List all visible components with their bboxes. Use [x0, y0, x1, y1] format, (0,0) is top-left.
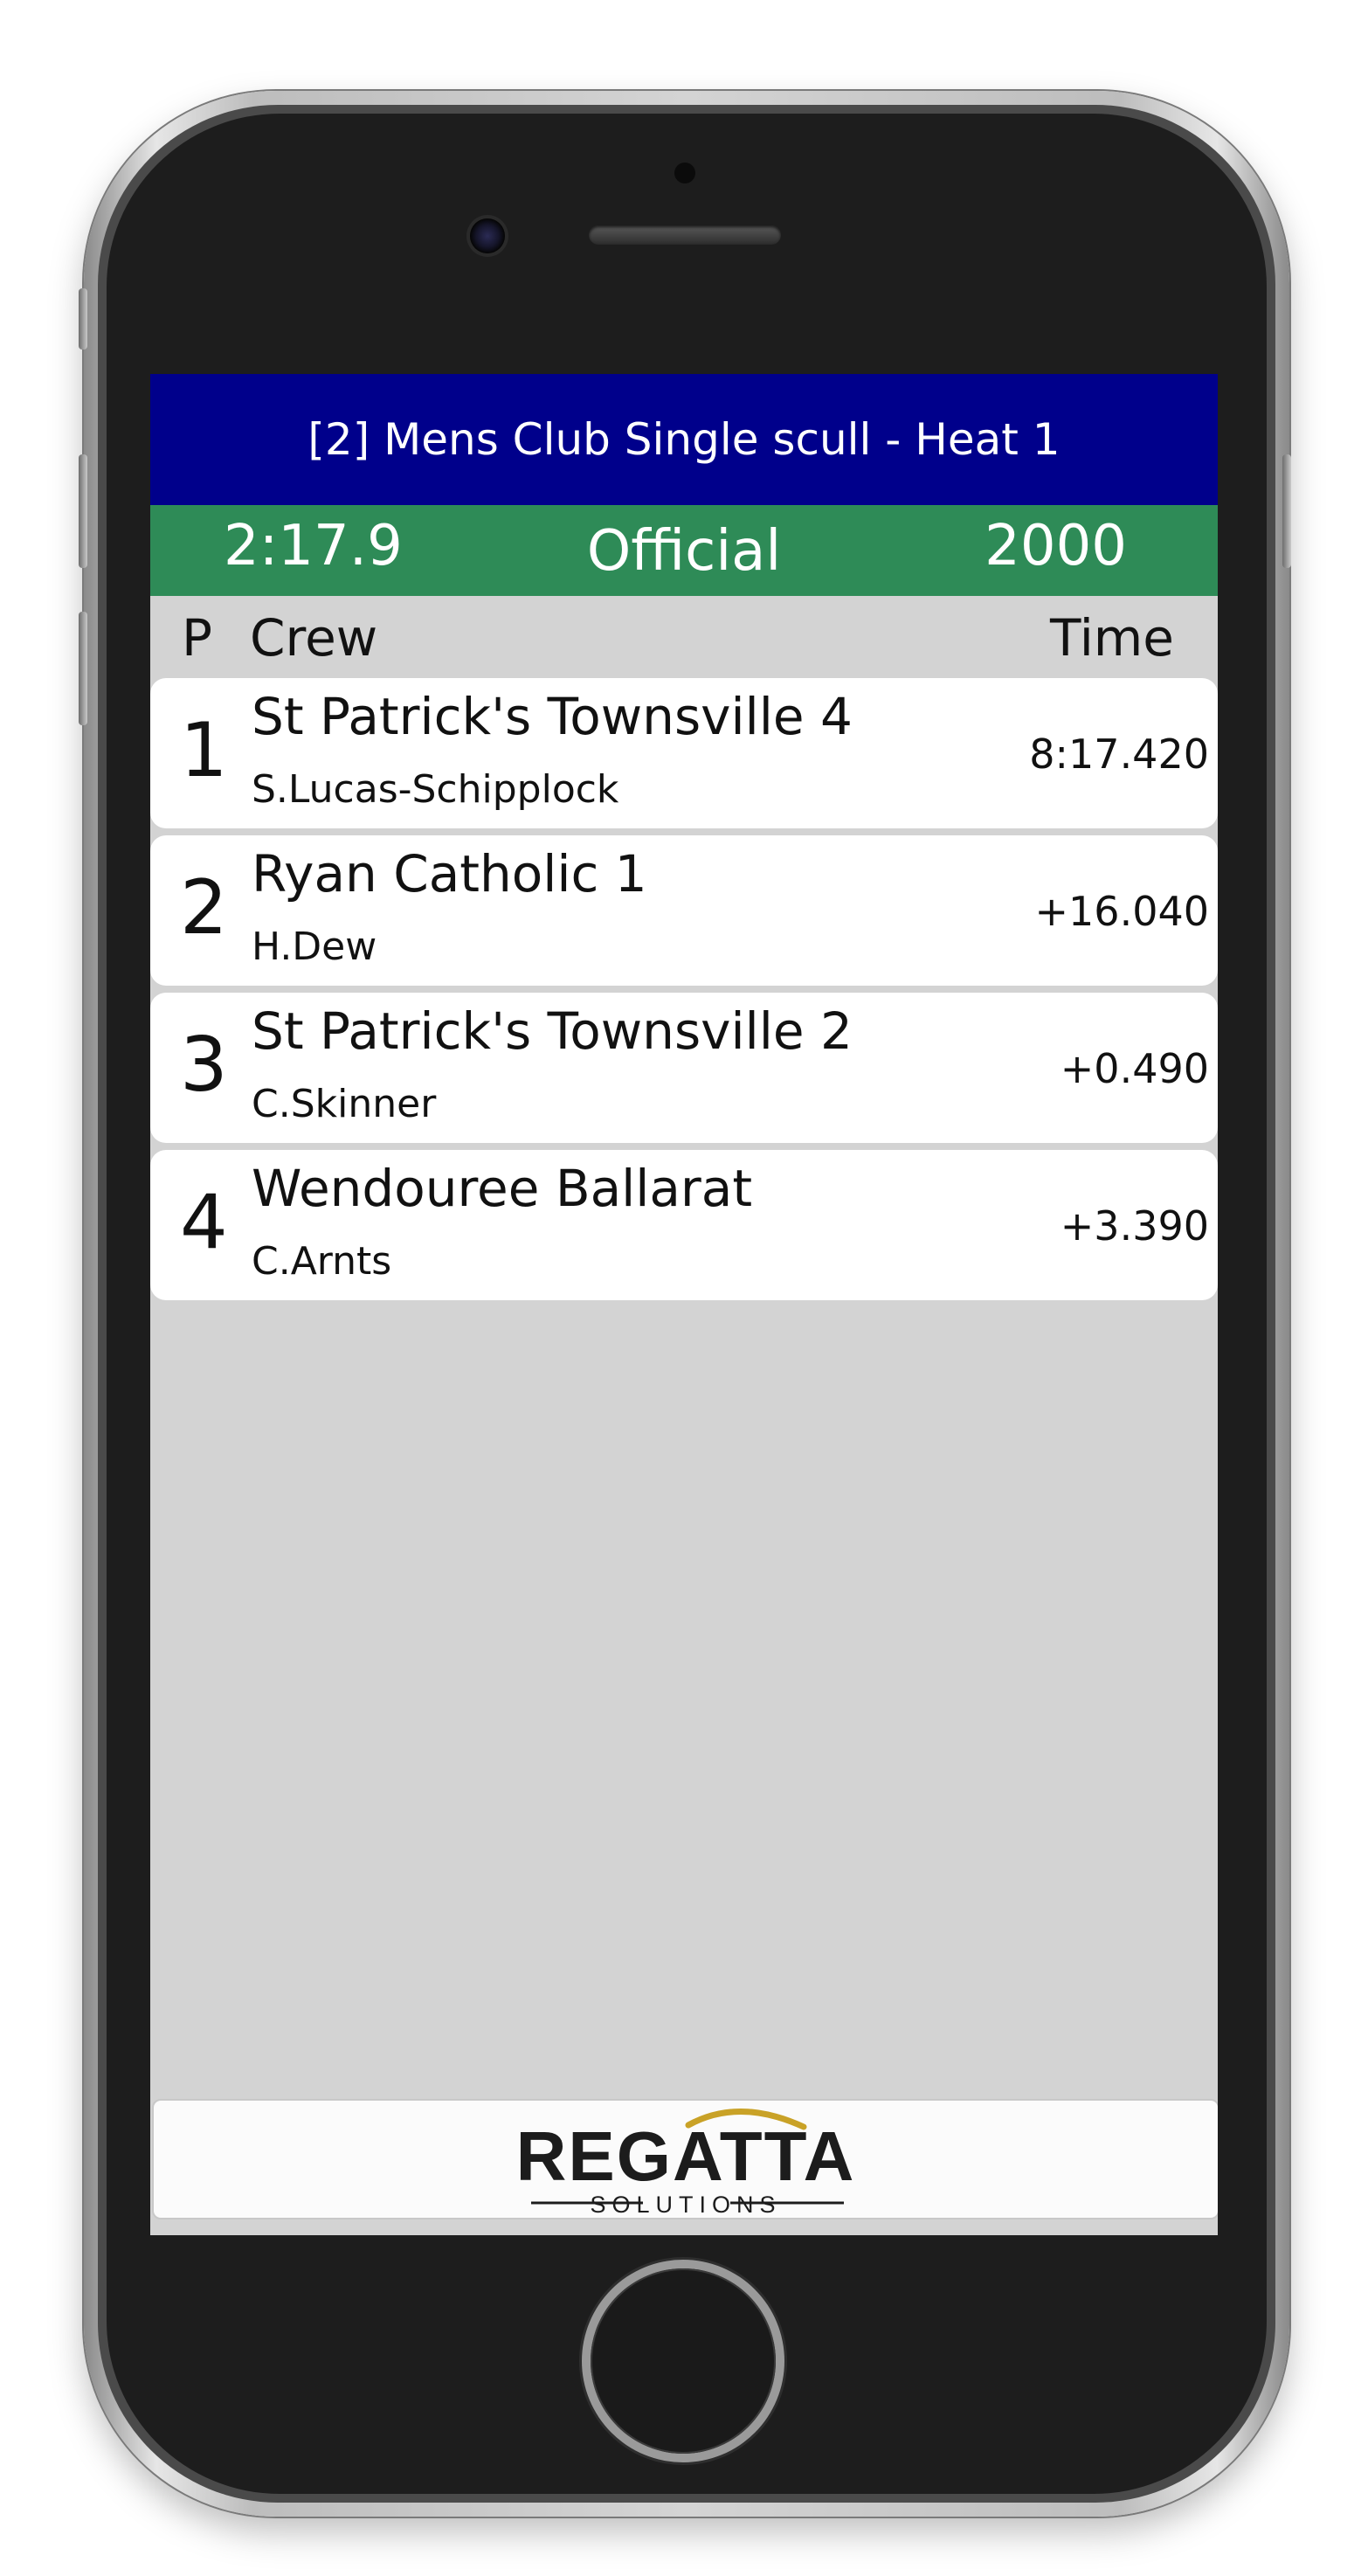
result-athlete-name: S.Lucas-Schipplock — [252, 767, 619, 812]
logo-subtext: SOLUTIONS — [590, 2192, 782, 2218]
home-button[interactable] — [591, 2268, 776, 2454]
result-time: +16.040 — [1034, 888, 1210, 935]
result-position: 3 — [180, 1021, 228, 1109]
result-time: +0.490 — [1060, 1045, 1209, 1092]
race-distance: 2000 — [985, 514, 1127, 578]
logo-wordmark: REGATTA — [515, 2117, 856, 2195]
result-position: 4 — [180, 1179, 228, 1266]
volume-up-button — [79, 454, 87, 568]
page: [2] Mens Club Single scull - Heat 1 2:17… — [0, 0, 1368, 2576]
result-athlete-name: C.Arnts — [252, 1239, 392, 1284]
column-position: P — [182, 608, 212, 668]
result-row[interactable]: 3 St Patrick's Townsville 2 C.Skinner +0… — [150, 993, 1218, 1143]
power-button — [1282, 454, 1291, 568]
result-athlete-name: C.Skinner — [252, 1082, 437, 1126]
result-athlete-name: H.Dew — [252, 924, 377, 969]
result-position: 2 — [180, 864, 228, 952]
result-time: +3.390 — [1060, 1202, 1209, 1250]
mute-switch — [79, 288, 87, 350]
column-crew: Crew — [250, 608, 378, 668]
result-time: 8:17.420 — [1029, 731, 1209, 778]
result-position: 1 — [180, 707, 228, 794]
sponsor-logo-banner[interactable]: REGATTA SOLUTIONS — [152, 2099, 1218, 2219]
race-status-bar: 2:17.9 Official 2000 — [150, 505, 1218, 596]
result-row[interactable]: 1 St Patrick's Townsville 4 S.Lucas-Schi… — [150, 678, 1218, 828]
result-crew-name: Wendouree Ballarat — [252, 1159, 753, 1218]
result-row[interactable]: 2 Ryan Catholic 1 H.Dew +16.040 — [150, 835, 1218, 986]
race-title: [2] Mens Club Single scull - Heat 1 — [307, 414, 1061, 465]
result-crew-name: St Patrick's Townsville 2 — [252, 1001, 853, 1061]
result-crew-name: St Patrick's Townsville 4 — [252, 687, 853, 746]
front-camera-icon — [470, 218, 505, 253]
column-time: Time — [1050, 608, 1174, 668]
race-title-bar: [2] Mens Club Single scull - Heat 1 — [150, 374, 1218, 505]
earpiece-speaker-icon — [589, 225, 781, 245]
app-screen: [2] Mens Club Single scull - Heat 1 2:17… — [150, 374, 1218, 2235]
result-row[interactable]: 4 Wendouree Ballarat C.Arnts +3.390 — [150, 1150, 1218, 1300]
proximity-sensor-icon — [674, 163, 695, 184]
result-crew-name: Ryan Catholic 1 — [252, 844, 647, 904]
volume-down-button — [79, 612, 87, 725]
results-column-header: P Crew Time — [150, 596, 1218, 678]
